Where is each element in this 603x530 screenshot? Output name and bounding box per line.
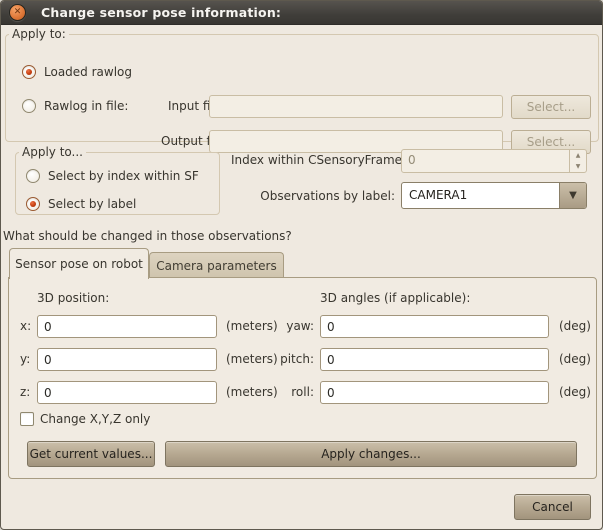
pitch-field[interactable] xyxy=(320,348,549,371)
apply-changes-label: Apply changes... xyxy=(321,447,421,461)
spinner-down-icon[interactable]: ▼ xyxy=(570,161,586,172)
roll-field[interactable] xyxy=(320,381,549,404)
cancel-button[interactable]: Cancel xyxy=(514,494,591,520)
question-label: What should be changed in those observat… xyxy=(3,229,292,243)
roll-label: roll: xyxy=(249,385,314,399)
angles-header: 3D angles (if applicable): xyxy=(320,291,470,305)
change-sensor-pose-dialog: ✕ Change sensor pose information: Apply … xyxy=(0,0,603,530)
index-spinner[interactable]: 0 ▲ ▼ xyxy=(401,149,587,173)
close-icon: ✕ xyxy=(14,8,22,17)
spinner-up-icon[interactable]: ▲ xyxy=(570,150,586,161)
rawlog-in-file-radio[interactable] xyxy=(22,99,36,113)
yaw-label: yaw: xyxy=(249,319,314,333)
input-file-field[interactable] xyxy=(209,95,503,118)
output-file-select-label: Select... xyxy=(527,135,575,149)
input-file-select-button[interactable]: Select... xyxy=(511,95,591,119)
loaded-rawlog-radio[interactable] xyxy=(22,65,36,79)
rawlog-in-file-label[interactable]: Rawlog in file: xyxy=(44,99,128,113)
y-field[interactable] xyxy=(37,348,217,371)
roll-unit-label: (deg) xyxy=(559,385,591,399)
close-button[interactable]: ✕ xyxy=(9,4,26,21)
chevron-down-icon: ▼ xyxy=(569,190,577,201)
tab-camera-parameters[interactable]: Camera parameters xyxy=(149,252,284,278)
selection-mode-frame: Apply to... Select by index within SF Se… xyxy=(15,145,220,215)
y-label: y: xyxy=(20,352,30,366)
tab-sensor-pose-label: Sensor pose on robot xyxy=(15,257,143,271)
position-header: 3D position: xyxy=(37,291,109,305)
tab-camera-parameters-label: Camera parameters xyxy=(156,259,277,273)
apply-to-frame-legend: Apply to: xyxy=(9,27,69,41)
z-field[interactable] xyxy=(37,381,217,404)
get-current-values-label: Get current values... xyxy=(30,447,153,461)
select-by-label-radio[interactable] xyxy=(26,197,40,211)
pitch-label: pitch: xyxy=(249,352,314,366)
combo-dropdown-button[interactable]: ▼ xyxy=(559,183,586,208)
loaded-rawlog-label[interactable]: Loaded rawlog xyxy=(44,65,132,79)
pitch-unit-label: (deg) xyxy=(559,352,591,366)
x-field[interactable] xyxy=(37,315,217,338)
change-xyz-only-label[interactable]: Change X,Y,Z only xyxy=(40,412,150,426)
select-by-index-label[interactable]: Select by index within SF xyxy=(48,169,199,183)
selection-mode-frame-legend: Apply to... xyxy=(19,145,86,159)
index-within-csf-label: Index within CSensoryFrame xyxy=(231,153,395,167)
cancel-button-label: Cancel xyxy=(532,500,573,514)
titlebar: ✕ Change sensor pose information: xyxy=(1,1,602,25)
apply-changes-button[interactable]: Apply changes... xyxy=(165,441,577,467)
select-by-label-label[interactable]: Select by label xyxy=(48,197,136,211)
index-spinner-value: 0 xyxy=(402,150,569,172)
sensor-pose-panel: 3D position: 3D angles (if applicable): … xyxy=(8,277,597,479)
x-label: x: xyxy=(20,319,31,333)
get-current-values-button[interactable]: Get current values... xyxy=(27,441,155,467)
observations-by-label-label: Observations by label: xyxy=(231,189,395,203)
input-file-select-label: Select... xyxy=(527,100,575,114)
yaw-unit-label: (deg) xyxy=(559,319,591,333)
window-title: Change sensor pose information: xyxy=(41,5,281,20)
tab-sensor-pose[interactable]: Sensor pose on robot xyxy=(9,248,149,279)
yaw-field[interactable] xyxy=(320,315,549,338)
observations-combo-value: CAMERA1 xyxy=(402,183,559,208)
select-by-index-radio[interactable] xyxy=(26,169,40,183)
apply-to-frame: Apply to: Loaded rawlog Rawlog in file: … xyxy=(5,27,599,142)
z-label: z: xyxy=(20,385,30,399)
observations-combo[interactable]: CAMERA1 ▼ xyxy=(401,182,587,209)
change-xyz-only-checkbox[interactable] xyxy=(20,412,34,426)
